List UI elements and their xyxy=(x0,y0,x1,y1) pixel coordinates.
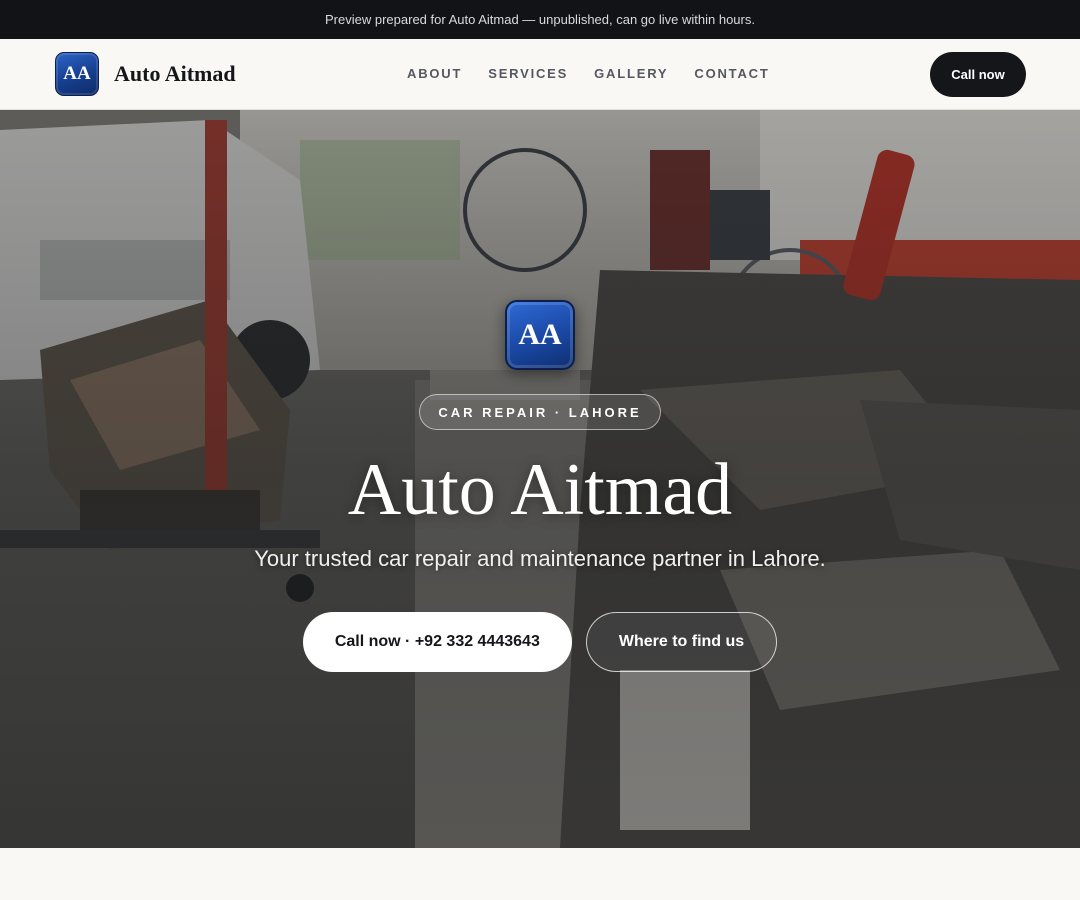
nav-about[interactable]: ABOUT xyxy=(407,66,462,81)
nav-contact[interactable]: CONTACT xyxy=(694,66,769,81)
hero-call-button[interactable]: Call now · +92 332 4443643 xyxy=(302,612,572,672)
find-us-button[interactable]: Where to find us xyxy=(585,612,778,672)
hero-content: AA CAR REPAIR · LAHORE Auto Aitmad Your … xyxy=(0,110,1080,848)
brand-logo-icon: AA xyxy=(55,52,99,96)
hero-tag: CAR REPAIR · LAHORE xyxy=(419,394,661,430)
preview-banner-text: Preview prepared for Auto Aitmad — unpub… xyxy=(325,12,755,27)
header-call-button[interactable]: Call now xyxy=(930,52,1026,97)
hero-logo-icon: AA xyxy=(505,300,575,370)
hero-actions: Call now · +92 332 4443643 Where to find… xyxy=(302,612,778,672)
brand-name: Auto Aitmad xyxy=(114,61,236,86)
hero-subtitle: Your trusted car repair and maintenance … xyxy=(254,546,826,571)
site-header: AA Auto Aitmad ABOUT SERVICES GALLERY CO… xyxy=(0,39,1080,110)
brand-link[interactable]: AA Auto Aitmad xyxy=(55,52,236,96)
hero-section: AA CAR REPAIR · LAHORE Auto Aitmad Your … xyxy=(0,110,1080,848)
main-nav: ABOUT SERVICES GALLERY CONTACT xyxy=(407,66,796,81)
preview-banner: Preview prepared for Auto Aitmad — unpub… xyxy=(0,0,1080,39)
hero-title: Auto Aitmad xyxy=(347,449,733,531)
nav-gallery[interactable]: GALLERY xyxy=(594,66,668,81)
nav-services[interactable]: SERVICES xyxy=(488,66,568,81)
